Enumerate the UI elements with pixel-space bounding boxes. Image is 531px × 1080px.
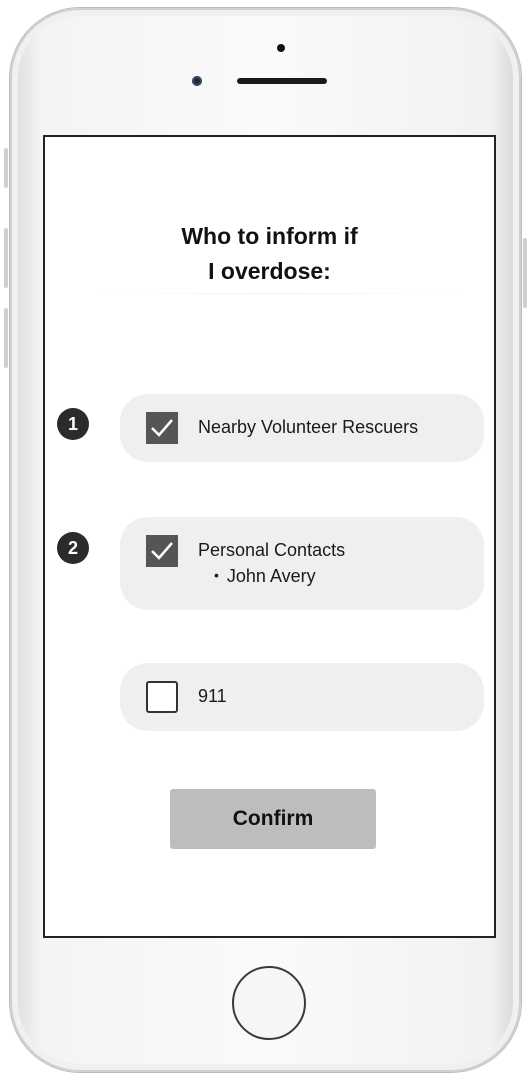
check-icon	[151, 542, 173, 560]
proximity-sensor	[277, 44, 285, 52]
contact-list-item: • John Avery	[214, 566, 316, 587]
option-911[interactable]: 911	[120, 663, 484, 731]
volume-up-button	[4, 228, 8, 288]
option-label: 911	[198, 686, 227, 706]
volunteer-rescuers-checkbox[interactable]	[146, 412, 178, 444]
confirm-button[interactable]: Confirm	[170, 789, 376, 849]
page-title-line-2: I overdose:	[208, 258, 331, 284]
personal-contacts-checkbox[interactable]	[146, 535, 178, 567]
mute-switch	[4, 148, 8, 188]
check-icon	[151, 419, 173, 437]
step-badge-2: 2	[57, 532, 89, 564]
title-divider	[93, 293, 463, 294]
earpiece-speaker	[237, 78, 327, 84]
phone-screen: Who to inform if I overdose: 1 Nearby Vo…	[43, 135, 496, 938]
step-badge-1: 1	[57, 408, 89, 440]
power-button	[523, 238, 527, 308]
front-camera-icon	[192, 76, 202, 86]
911-checkbox[interactable]	[146, 681, 178, 713]
option-label: Nearby Volunteer Rescuers	[198, 417, 419, 437]
option-personal-contacts[interactable]: Personal Contacts • John Avery	[120, 517, 484, 610]
option-label: Personal Contacts	[198, 540, 346, 560]
volume-down-button	[4, 308, 8, 368]
contact-name: John Avery	[226, 566, 316, 586]
home-button[interactable]	[232, 966, 306, 1040]
bullet-icon: •	[214, 567, 219, 583]
option-volunteer-rescuers[interactable]: Nearby Volunteer Rescuers	[120, 394, 484, 462]
page-title-line-1: Who to inform if	[181, 223, 358, 249]
